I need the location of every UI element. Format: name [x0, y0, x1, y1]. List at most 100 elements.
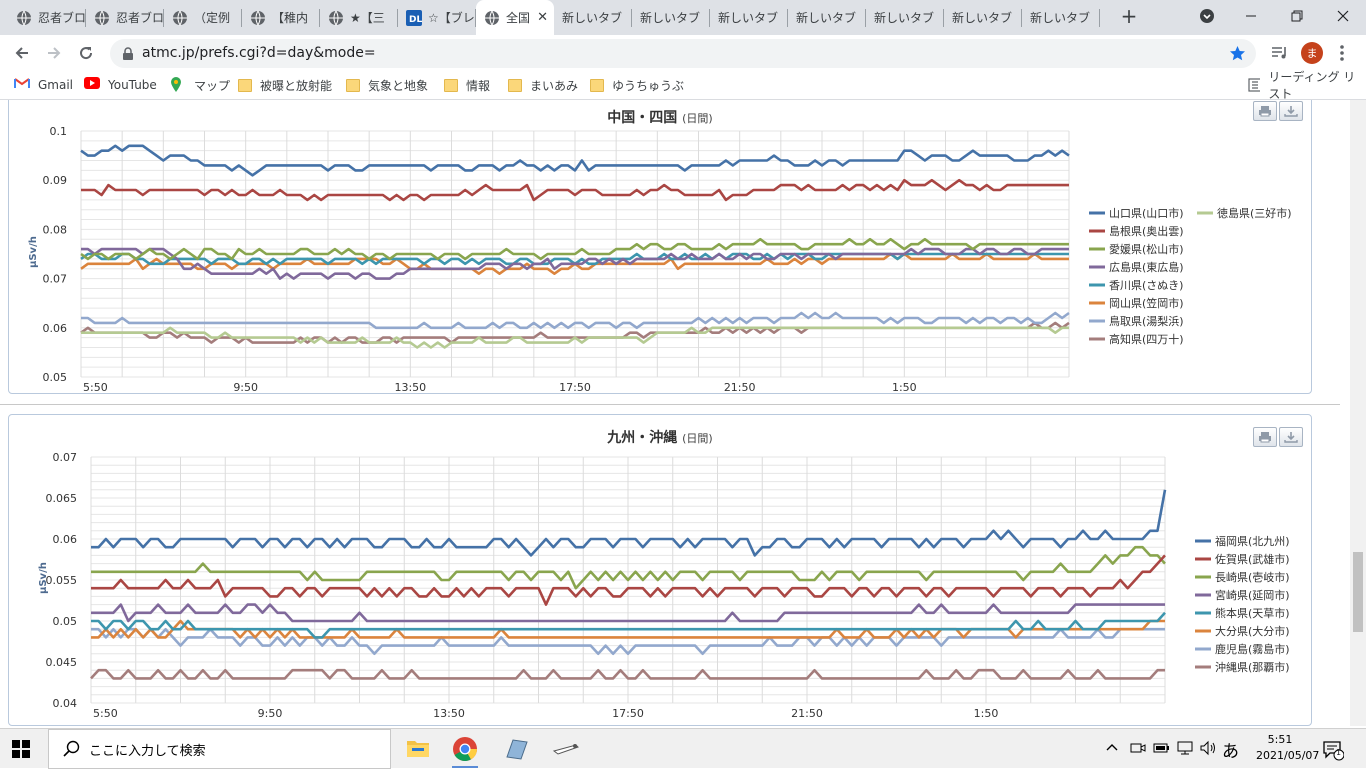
bookmark-item[interactable]: マップ	[170, 75, 230, 95]
bookmark-item[interactable]: 被曝と放射能	[238, 75, 332, 95]
tab-title: 新しいタブ	[640, 11, 701, 25]
y-tick-label: 0.05	[53, 615, 78, 628]
media-queue-icon	[1272, 47, 1286, 59]
close-tab-icon[interactable]: ✕	[537, 10, 548, 25]
scrollbar-thumb[interactable]	[1353, 552, 1363, 632]
tab[interactable]: 新しいタブ	[1022, 0, 1100, 35]
forward-button[interactable]	[40, 39, 68, 67]
notification-count: 1	[1336, 748, 1342, 757]
bookmark-item[interactable]: Gmail	[14, 75, 73, 95]
chevron-down-icon	[1200, 9, 1214, 23]
close-window-button[interactable]	[1320, 0, 1366, 32]
legend-label: 長崎県(壱岐市)	[1215, 570, 1290, 584]
y-tick-label: 0.08	[43, 223, 68, 236]
y-tick-label: 0.065	[46, 492, 78, 505]
y-tick-label: 0.07	[43, 273, 68, 286]
folder-icon	[238, 78, 252, 92]
tab-strip: 忍者ブロ 忍者ブロ （定例 【稚内 ★【三 DL ☆【ブレ 全国 ✕ 新しいタブ 新しいタブ 新しいタ…	[0, 0, 1366, 35]
start-button[interactable]	[12, 740, 30, 761]
clock[interactable]: 5:51 2021/05/07	[1256, 732, 1320, 764]
tab[interactable]: 新しいタブ	[866, 0, 944, 35]
legend-label: 熊本県(天草市)	[1215, 606, 1290, 620]
globe-icon	[94, 10, 110, 26]
x-tick-label: 1:50	[974, 707, 999, 720]
y-tick-label: 0.1	[50, 125, 68, 138]
dl-icon: DL	[406, 9, 422, 26]
tray-overflow-button[interactable]	[1106, 741, 1118, 756]
menu-button[interactable]	[1328, 39, 1356, 67]
profile-button[interactable]: ま	[1298, 39, 1326, 67]
tray-network-button[interactable]	[1176, 740, 1194, 759]
action-center-button[interactable]: 1	[1322, 739, 1345, 764]
tab-title: 新しいタブ	[562, 11, 623, 25]
tab[interactable]: 【稚内	[242, 0, 320, 35]
tab[interactable]: 新しいタブ	[632, 0, 710, 35]
x-tick-label: 9:50	[258, 707, 283, 720]
network-icon	[1177, 741, 1193, 755]
file-explorer-button[interactable]	[406, 737, 430, 762]
x-tick-label: 9:50	[233, 381, 258, 393]
globe-icon	[172, 10, 188, 26]
bookmark-label: YouTube	[108, 78, 157, 92]
legend-label: 福岡県(北九州)	[1215, 534, 1290, 548]
tab[interactable]: DL ☆【ブレ	[398, 0, 476, 35]
ime-indicator[interactable]: あ	[1222, 737, 1239, 762]
clock-date: 2021/05/07	[1256, 749, 1320, 762]
reading-list-icon	[1248, 78, 1261, 92]
tab-title: 忍者ブロ	[116, 11, 164, 25]
reading-queue-button[interactable]	[1266, 39, 1294, 67]
page-scrollbar[interactable]	[1350, 100, 1366, 726]
bookmark-item[interactable]: YouTube	[84, 75, 157, 95]
folder-icon	[590, 78, 604, 92]
minimize-button[interactable]	[1228, 0, 1274, 32]
page-content: 中国・四国 (日間) 0.05 0.06 0.07 0.08 0.09 0.1 μSv/h 5…	[0, 100, 1350, 726]
tab[interactable]: 新しいタブ	[710, 0, 788, 35]
bookmark-label: まいあみ	[530, 78, 579, 93]
kebab-menu-icon	[1340, 45, 1344, 61]
y-tick-label: 0.05	[43, 371, 68, 384]
back-button[interactable]	[8, 39, 36, 67]
bookmark-item[interactable]: 気象と地象	[346, 75, 428, 95]
tab-title: 新しいタブ	[874, 11, 935, 25]
app-taskbar-button[interactable]	[552, 739, 580, 762]
app-taskbar-button[interactable]	[503, 737, 529, 764]
address-bar[interactable]: atmc.jp/prefs.cgi?d=day&mode=	[110, 39, 1256, 68]
tab-search-button[interactable]	[1184, 0, 1230, 32]
legend-label: 広島県(東広島)	[1109, 260, 1184, 274]
tab[interactable]: 忍者ブロ	[8, 0, 86, 35]
legend-label: 宮崎県(延岡市)	[1215, 588, 1290, 602]
airplane-app-icon	[552, 744, 579, 755]
close-icon	[1337, 10, 1349, 22]
chevron-up-icon	[1106, 744, 1118, 751]
windows-logo-icon	[12, 740, 30, 758]
tab[interactable]: 新しいタブ	[788, 0, 866, 35]
restore-button[interactable]	[1274, 0, 1320, 32]
bookmark-label: 情報	[466, 78, 491, 93]
tab[interactable]: 新しいタブ	[944, 0, 1022, 35]
new-tab-button[interactable]: +	[1118, 6, 1140, 28]
bookmark-item[interactable]: まいあみ	[508, 75, 578, 95]
reading-list-button[interactable]: リーディング リスト	[1248, 70, 1366, 101]
star-icon[interactable]	[1229, 45, 1246, 62]
reload-button[interactable]	[72, 39, 100, 67]
tray-battery-button[interactable]	[1153, 741, 1171, 758]
y-tick-label: 0.06	[43, 322, 68, 335]
tray-meet-icon-button[interactable]	[1130, 740, 1146, 759]
tab[interactable]: 忍者ブロ	[86, 0, 164, 35]
bookmark-item[interactable]: ゆうちゅうぶ	[590, 75, 684, 95]
tab[interactable]: （定例	[164, 0, 242, 35]
chrome-taskbar-button[interactable]	[452, 736, 478, 768]
tray-volume-button[interactable]	[1199, 740, 1217, 759]
tab[interactable]: ★【三	[320, 0, 398, 35]
arrow-right-icon	[48, 47, 61, 59]
tab-title: 全国	[506, 11, 531, 25]
legend-label: 沖縄県(那覇市)	[1215, 660, 1290, 674]
taskbar: ここに入力して検索 あ 5:51 2021/05/07 1	[0, 728, 1366, 769]
bookmark-label: 被曝と放射能	[260, 78, 333, 93]
tab[interactable]: 新しいタブ	[554, 0, 632, 35]
x-tick-label: 21:50	[724, 381, 756, 393]
x-tick-label: 17:50	[559, 381, 591, 393]
taskbar-search[interactable]: ここに入力して検索	[48, 729, 391, 769]
tab-active[interactable]: 全国 ✕	[476, 0, 554, 35]
bookmark-item[interactable]: 情報	[444, 75, 490, 95]
